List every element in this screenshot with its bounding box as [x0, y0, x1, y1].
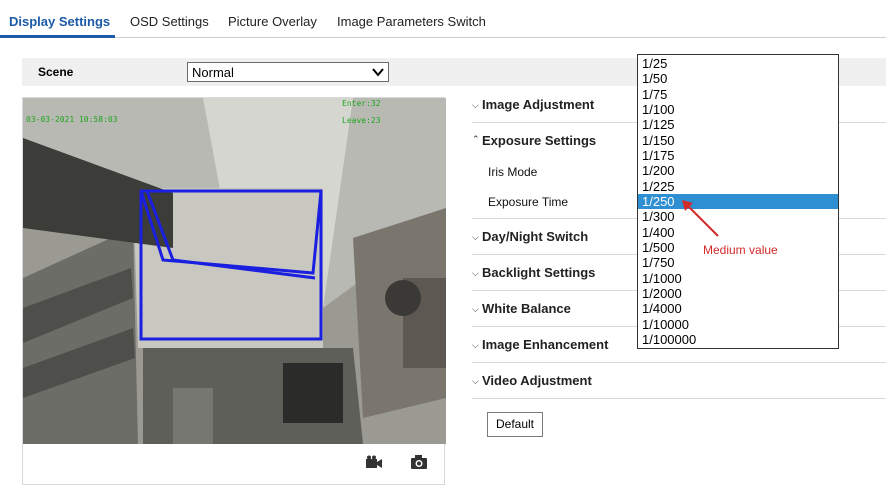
chevron-down-icon: ⌵	[472, 268, 479, 278]
dropdown-option[interactable]: 1/100000	[638, 332, 838, 347]
camera-scene	[23, 98, 446, 444]
scene-label: Scene	[38, 65, 74, 79]
section-label: Video Adjustment	[482, 373, 592, 388]
tab-osd-settings[interactable]: OSD Settings	[130, 14, 209, 29]
annotation-medium-value: Medium value	[703, 243, 778, 257]
section-label: Image Adjustment	[482, 97, 595, 112]
chevron-down-icon: ⌵	[472, 340, 479, 350]
tab-bar: Display Settings OSD Settings Picture Ov…	[0, 0, 886, 38]
exposure-time-dropdown[interactable]: 1/25 1/50 1/75 1/100 1/125 1/150 1/175 1…	[637, 54, 839, 349]
live-video[interactable]: 03-03-2021 10:58:03 Enter:32 Leave:23	[23, 98, 446, 444]
default-button[interactable]: Default	[487, 412, 543, 437]
osd-enter-count: Enter:32	[342, 99, 381, 108]
tab-picture-overlay[interactable]: Picture Overlay	[228, 14, 317, 29]
dropdown-option[interactable]: 1/125	[638, 117, 838, 132]
annotation-arrow-icon	[682, 200, 719, 237]
dropdown-option[interactable]: 1/150	[638, 133, 838, 148]
tab-image-parameters-switch[interactable]: Image Parameters Switch	[337, 14, 486, 29]
section-label: White Balance	[482, 301, 571, 316]
camera-icon[interactable]	[410, 454, 428, 470]
section-label: Exposure Settings	[482, 133, 597, 148]
section-label: Backlight Settings	[482, 265, 596, 280]
section-label: Day/Night Switch	[482, 229, 589, 244]
iris-mode-label: Iris Mode	[488, 165, 538, 179]
osd-leave-count: Leave:23	[342, 116, 381, 125]
dropdown-option[interactable]: 1/10000	[638, 317, 838, 332]
dropdown-option[interactable]: 1/100	[638, 102, 838, 117]
active-tab-indicator	[0, 35, 115, 38]
dropdown-option[interactable]: 1/75	[638, 87, 838, 102]
scene-select-value: Normal	[192, 65, 234, 80]
dropdown-option[interactable]: 1/300	[638, 209, 838, 224]
dropdown-option[interactable]: 1/225	[638, 179, 838, 194]
dropdown-option-selected[interactable]: 1/250	[638, 194, 838, 209]
chevron-down-icon: ⌵	[472, 232, 479, 242]
dropdown-option[interactable]: 1/50	[638, 71, 838, 86]
dropdown-option[interactable]: 1/1000	[638, 271, 838, 286]
record-icon[interactable]	[365, 455, 383, 469]
chevron-down-icon: ⌵	[472, 304, 479, 314]
exposure-time-label: Exposure Time	[488, 195, 569, 209]
dropdown-option[interactable]: 1/25	[638, 56, 838, 71]
dropdown-option[interactable]: 1/400	[638, 225, 838, 240]
chevron-up-icon: ⌃	[472, 134, 480, 144]
scene-select[interactable]: Normal	[187, 62, 389, 82]
dropdown-option[interactable]: 1/4000	[638, 301, 838, 316]
section-video-adjustment[interactable]: ⌵ Video Adjustment	[472, 363, 886, 399]
dropdown-option[interactable]: 1/175	[638, 148, 838, 163]
chevron-down-icon: ⌵	[472, 376, 479, 386]
section-label: Image Enhancement	[482, 337, 609, 352]
osd-timestamp: 03-03-2021 10:58:03	[26, 115, 118, 124]
dropdown-option[interactable]: 1/200	[638, 163, 838, 178]
chevron-down-icon: ⌵	[472, 100, 479, 110]
dropdown-option[interactable]: 1/2000	[638, 286, 838, 301]
dropdown-option[interactable]: 1/750	[638, 255, 838, 270]
chevron-down-icon	[372, 68, 384, 77]
live-view-panel: 03-03-2021 10:58:03 Enter:32 Leave:23	[22, 97, 446, 485]
tab-display-settings[interactable]: Display Settings	[9, 14, 110, 29]
